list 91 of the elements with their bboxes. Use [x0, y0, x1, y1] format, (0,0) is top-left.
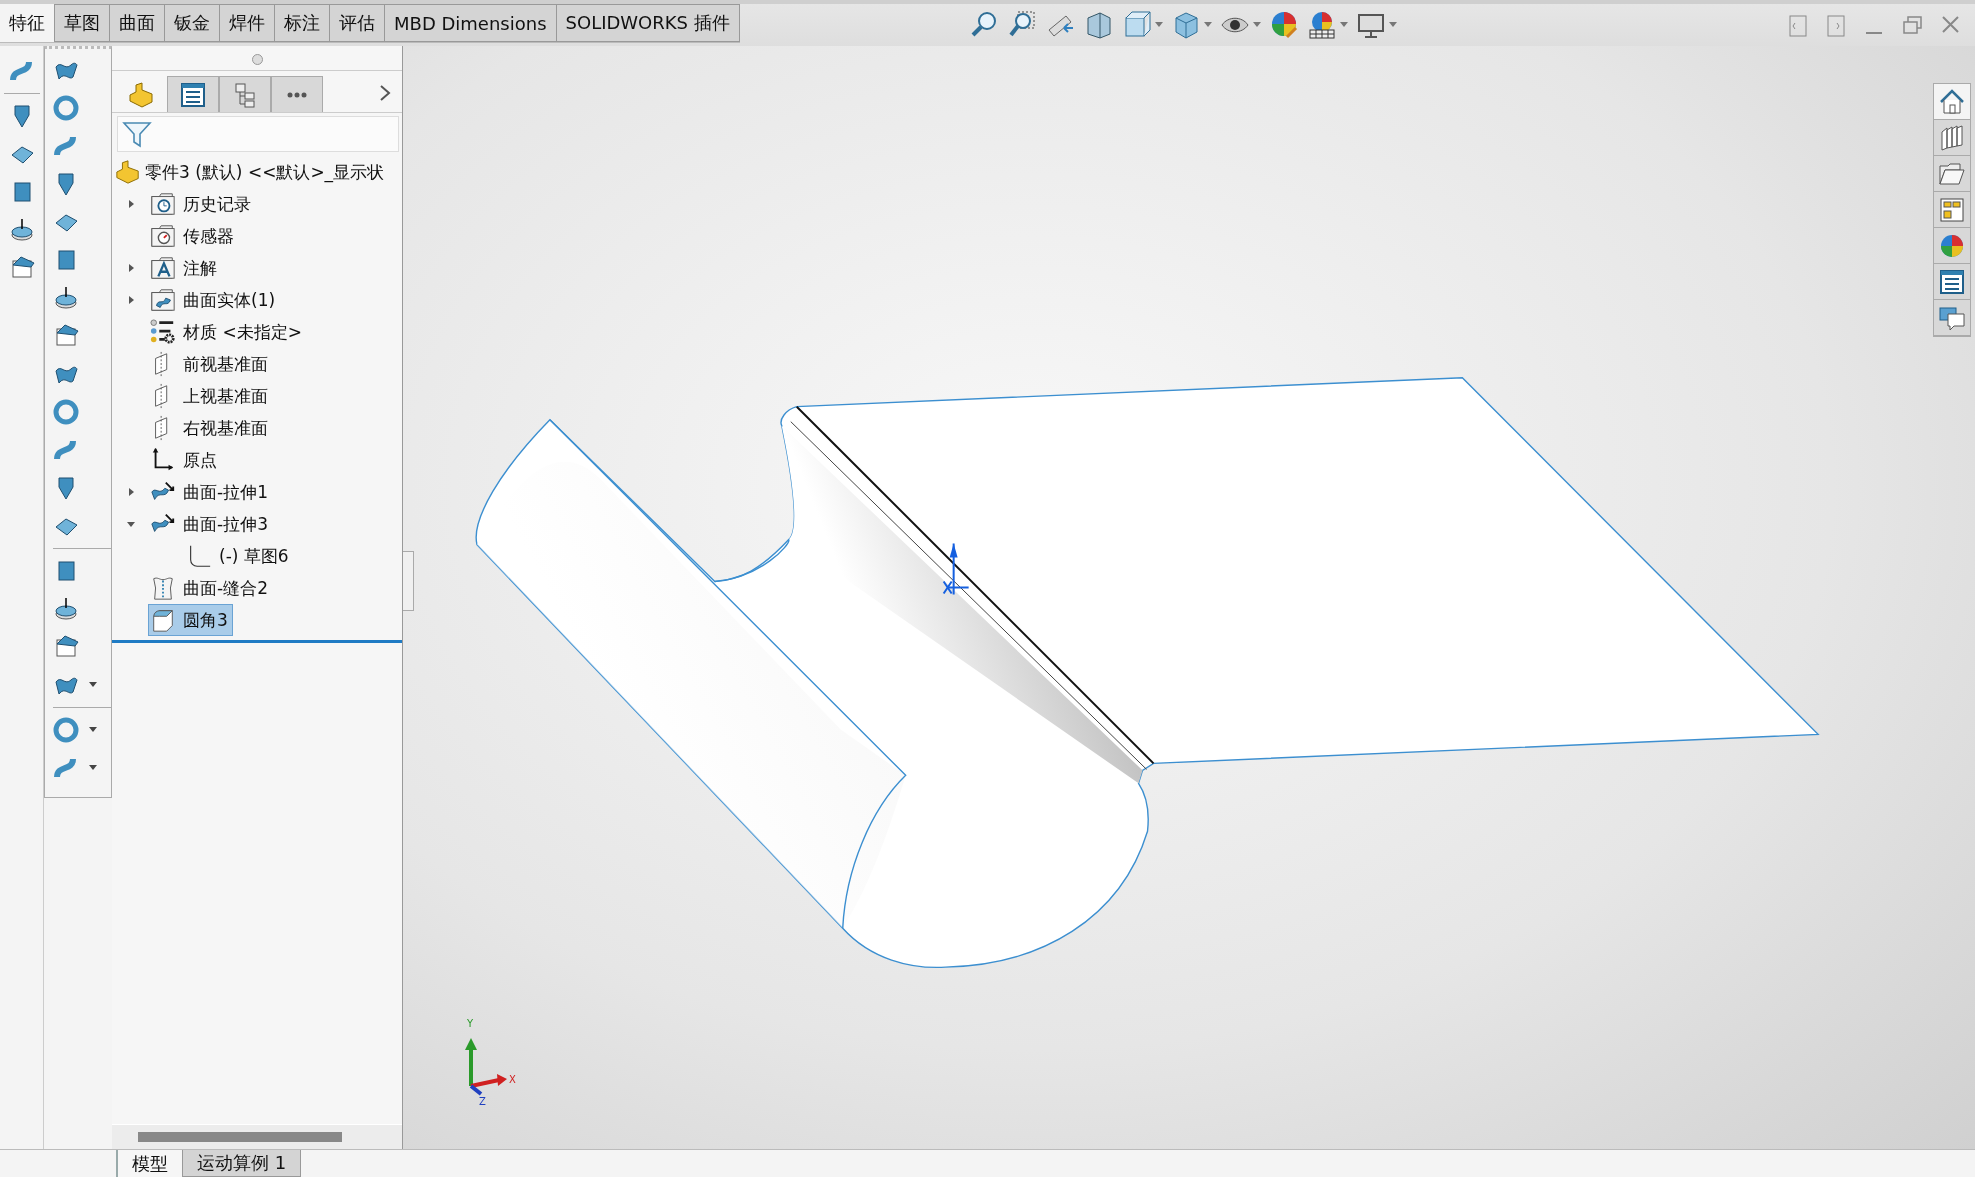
dropdown-caret-icon[interactable]: [89, 727, 97, 733]
tree-item[interactable]: 右视基准面: [148, 412, 273, 444]
command-tab[interactable]: 曲面: [110, 4, 165, 42]
tree-item-label: 原点: [183, 448, 217, 472]
knit-surface-icon: [150, 575, 176, 601]
material-icon: [150, 319, 176, 345]
annotation-folder-icon: [150, 255, 176, 281]
tree-item-label: 材质 <未指定>: [183, 320, 302, 344]
dropdown-caret-icon[interactable]: [89, 765, 97, 771]
tree-item[interactable]: 传感器: [148, 220, 239, 252]
task-pane-tab[interactable]: [1934, 120, 1970, 156]
sketch-origin-icon: [942, 542, 970, 596]
tree-item-label: 上视基准面: [183, 384, 268, 408]
gauge-folder-icon: [150, 223, 176, 249]
history-folder-icon: [150, 191, 176, 217]
list-icon: [179, 80, 207, 109]
tree-item-label: 曲面-拉伸1: [183, 480, 268, 504]
part-icon: [127, 80, 155, 109]
task-pane-tab[interactable]: [1934, 300, 1970, 336]
properties-icon: [1938, 267, 1966, 296]
tree-item[interactable]: (-) 草图6: [184, 540, 294, 572]
tree-item-label: 前视基准面: [183, 352, 268, 376]
tree-item[interactable]: 曲面-拉伸1: [148, 476, 273, 508]
scene-icon[interactable]: [1306, 10, 1337, 40]
tree-item-label: 传感器: [183, 224, 234, 248]
command-tab[interactable]: 钣金: [165, 4, 220, 42]
tree-item-label: 曲面-拉伸3: [183, 512, 268, 536]
tree-item[interactable]: 曲面实体(1): [148, 284, 281, 316]
tree-item[interactable]: 上视基准面: [148, 380, 273, 412]
command-tab[interactable]: 焊件: [220, 4, 275, 42]
library-icon: [1938, 123, 1966, 152]
collapse-arrow-icon[interactable]: [126, 519, 136, 529]
command-tab[interactable]: MBD Dimensions: [385, 4, 557, 42]
body-folder-icon: [150, 287, 176, 313]
tree-item[interactable]: 零件3 (默认) <<默认>_显示状: [113, 156, 390, 188]
expand-arrow-icon[interactable]: [126, 263, 136, 273]
tree-item-label: 圆角3: [183, 608, 228, 632]
command-tab[interactable]: 草图: [55, 4, 110, 42]
task-pane-tab[interactable]: [1934, 84, 1970, 120]
task-pane-tab[interactable]: [1934, 156, 1970, 192]
panel-collapse-handle[interactable]: [403, 551, 414, 611]
task-pane-tab[interactable]: [1934, 264, 1970, 300]
view-palette-icon: [1938, 195, 1966, 224]
filter-icon[interactable]: [122, 119, 152, 149]
surface-tool-icon[interactable]: [53, 634, 79, 660]
manager-tab[interactable]: [271, 76, 323, 112]
tree-item-label: 历史记录: [183, 192, 251, 216]
tree-item-label: (-) 草图6: [219, 544, 289, 568]
expand-arrow-icon[interactable]: [126, 487, 136, 497]
tree-item[interactable]: 材质 <未指定>: [148, 316, 307, 348]
surface-tool-icon[interactable]: [53, 596, 79, 622]
more-icon: [287, 91, 307, 98]
tree-item-label: 零件3 (默认) <<默认>_显示状: [145, 160, 385, 184]
manager-tab[interactable]: [167, 76, 219, 112]
command-tab[interactable]: SOLIDWORKS 插件: [556, 4, 740, 42]
tree-item[interactable]: 原点: [148, 444, 222, 476]
tree-item[interactable]: 注解: [148, 252, 222, 284]
axis-label: Y: [467, 1018, 474, 1029]
axis-label: X: [509, 1074, 516, 1085]
fillet-icon: [150, 607, 176, 633]
task-pane-tab[interactable]: [1934, 192, 1970, 228]
origin-axes-icon: [150, 447, 176, 473]
filter-field[interactable]: [117, 116, 399, 152]
tree-item-label: 曲面-缝合2: [183, 576, 268, 600]
tree-item[interactable]: 历史记录: [148, 188, 256, 220]
surface-tool-icon[interactable]: [8, 217, 35, 243]
task-pane-tab[interactable]: [1934, 228, 1970, 264]
bottom-tab[interactable]: 运动算例 1: [182, 1150, 302, 1177]
command-tab[interactable]: 标注: [275, 4, 330, 42]
surface-tool-icon[interactable]: [53, 285, 79, 311]
graphics-area[interactable]: Y X Z: [403, 46, 1975, 1149]
expand-arrow-icon[interactable]: [126, 295, 136, 305]
surface-tool-icon[interactable]: [53, 323, 79, 349]
axis-label: Z: [479, 1096, 486, 1107]
tree-item-label: 右视基准面: [183, 416, 268, 440]
tree-item-label: 注解: [183, 256, 217, 280]
tile-left-icon[interactable]: [1787, 13, 1809, 37]
tile-right-icon[interactable]: [1825, 13, 1847, 37]
scrollbar-thumb[interactable]: [138, 1132, 342, 1142]
chevron-right-icon[interactable]: [378, 84, 392, 102]
splitter-handle[interactable]: [251, 53, 263, 65]
expand-arrow-icon[interactable]: [126, 199, 136, 209]
home-icon: [1938, 87, 1966, 116]
tree-item[interactable]: 圆角3: [148, 604, 233, 636]
command-tab[interactable]: 评估: [330, 4, 385, 42]
tree-item-label: 曲面实体(1): [183, 288, 276, 312]
tree-item[interactable]: 曲面-缝合2: [148, 572, 273, 604]
tree-item[interactable]: 曲面-拉伸3: [148, 508, 273, 540]
dropdown-caret-icon[interactable]: [89, 682, 97, 688]
tree-item[interactable]: 前视基准面: [148, 348, 273, 380]
part-icon: [115, 159, 141, 185]
